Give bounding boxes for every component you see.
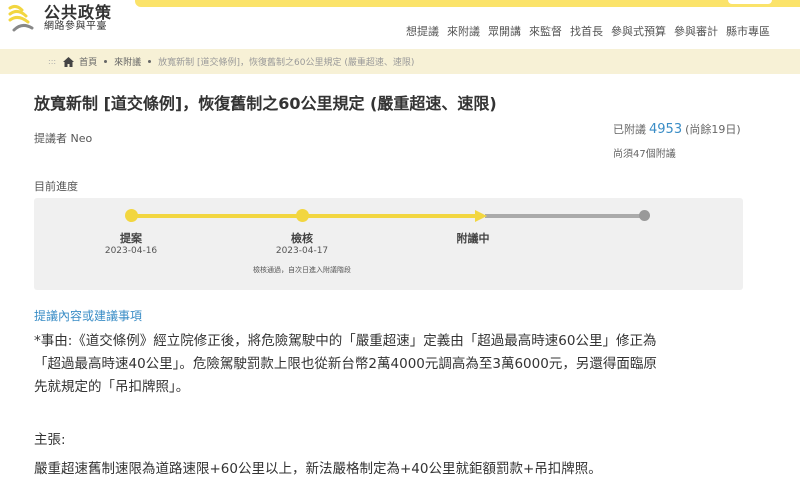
proposer-name: Neo	[70, 132, 93, 145]
stage-date-review: 2023-04-17	[275, 246, 329, 256]
nav-forum[interactable]: 眾開講	[488, 23, 521, 39]
signed-count: 4953	[649, 122, 683, 137]
stage-label-cosigning: 附議中	[456, 232, 490, 245]
nav-budget[interactable]: 參與式預算	[611, 23, 666, 39]
breadcrumb: ::: 首頁 來附議 放寬新制 [道交條例]，恢復舊制之60公里規定 (嚴重超速…	[48, 55, 414, 68]
progress-track-pending	[485, 214, 645, 218]
stage-label-review: 檢核	[291, 232, 313, 245]
breadcrumb-separator	[104, 60, 108, 63]
proposal-reason: *事由:《道交條例》經立院修正後，將危險駕駛中的「嚴重超速」定義由「超過最高時速…	[34, 330, 754, 399]
signature-count: 已附議 4953 (尚餘19日)	[613, 121, 741, 137]
breadcrumb-dots: :::	[48, 57, 57, 66]
site-header: 公共政策 網路參與平臺 想提議 來附議 眾開講 來監督 找首長 參與式預算 參與…	[0, 0, 800, 48]
content-heading: 提議內容或建議事項	[34, 309, 143, 323]
proposer-label: 提議者	[34, 132, 67, 145]
stage-node-final	[639, 210, 650, 221]
nav-monitor[interactable]: 來監督	[529, 23, 562, 39]
breadcrumb-separator	[148, 60, 152, 63]
logo-icon[interactable]	[6, 2, 40, 34]
claim-text: 嚴重超速舊制速限為道路速限+60公里以上，新法嚴格制定為+40公里就鉅額罰款+吊…	[34, 461, 602, 477]
reason-line: *事由:《道交條例》經立院修正後，將危險駕駛中的「嚴重超速」定義由「超過最高時速…	[34, 333, 657, 349]
breadcrumb-home[interactable]: 首頁	[79, 55, 97, 68]
days-remaining: (尚餘19日)	[685, 123, 741, 136]
nav-cosign[interactable]: 來附議	[447, 23, 480, 39]
progress-tracker: 提案 2023-04-16 檢核 2023-04-17 檢核通過，自次日進入附議…	[34, 198, 743, 290]
breadcrumb-section[interactable]: 來附議	[114, 55, 141, 68]
breadcrumb-bar: ::: 首頁 來附議 放寬新制 [道交條例]，恢復舊制之60公里規定 (嚴重超速…	[0, 49, 800, 74]
main-nav: 想提議 來附議 眾開講 來監督 找首長 參與式預算 參與審計 縣市專區	[406, 23, 770, 39]
nav-audit[interactable]: 參與審計	[674, 23, 718, 39]
signatures-needed: 尚須47個附議	[613, 149, 676, 160]
nav-officials[interactable]: 找首長	[570, 23, 603, 39]
stage-node-proposal	[125, 209, 138, 222]
logo-subtitle[interactable]: 網路參與平臺	[44, 17, 107, 32]
proposer: 提議者 Neo	[34, 130, 92, 146]
breadcrumb-current: 放寬新制 [道交條例]，恢復舊制之60公里規定 (嚴重超速、速限)	[158, 58, 415, 68]
header-accent-band	[135, 0, 800, 7]
page-title: 放寬新制 [道交條例]，恢復舊制之60公里規定 (嚴重超速、速限)	[34, 94, 497, 113]
nav-counties[interactable]: 縣市專區	[726, 23, 770, 39]
reason-line: 「超過最高時速40公里」。危險駕駛罰款上限也從新台幣2萬4000元調高為至3萬6…	[34, 356, 657, 372]
claim-label: 主張:	[34, 432, 66, 448]
home-icon[interactable]	[63, 56, 75, 67]
progress-arrow-icon	[475, 210, 487, 222]
stage-label-proposal: 提案	[120, 232, 142, 245]
stage-note-review: 檢核通過，自次日進入附議階段	[253, 266, 351, 274]
signed-label: 已附議	[613, 123, 646, 136]
progress-label: 目前進度	[34, 180, 78, 193]
stage-node-review	[296, 209, 309, 222]
stage-date-proposal: 2023-04-16	[104, 246, 158, 256]
nav-propose[interactable]: 想提議	[406, 23, 439, 39]
reason-line: 先就規定的「吊扣牌照」。	[34, 379, 190, 395]
